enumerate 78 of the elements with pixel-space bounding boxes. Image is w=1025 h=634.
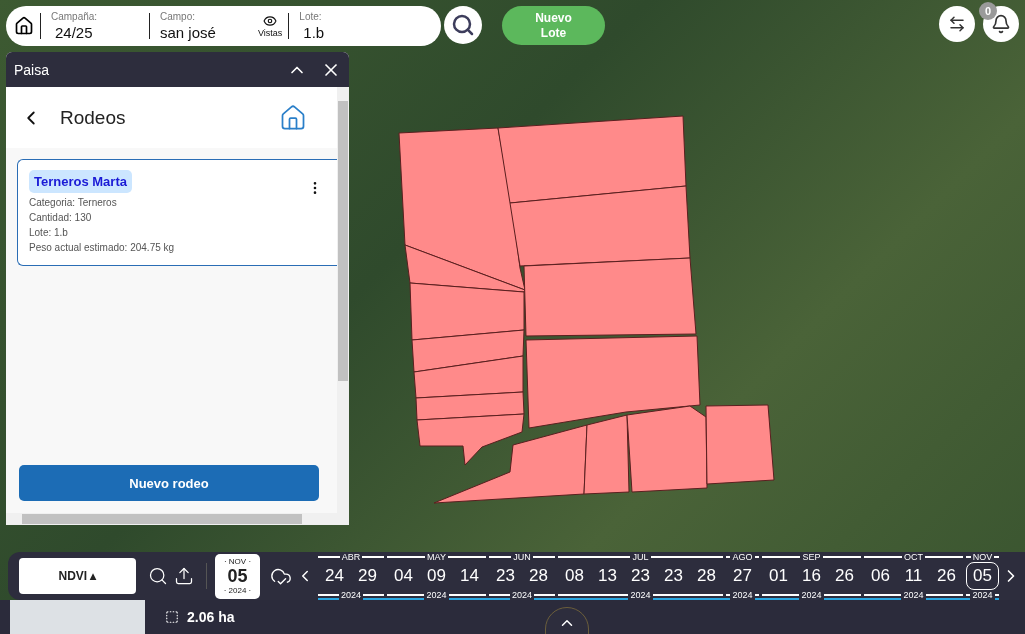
field-parcel[interactable] [509,185,691,267]
month-label: SEP [800,552,823,562]
field-value[interactable]: san josé [160,24,258,41]
month-label: OCT [902,552,925,562]
date-chip[interactable]: 08 [558,562,591,590]
field-label: Lote: [299,11,323,22]
date-chip[interactable]: 26 [930,562,963,590]
eye-icon [263,14,278,28]
field-label: Campo: [160,11,196,22]
year-label: 2024 [901,590,926,600]
upload-icon [174,566,194,586]
field-parcel[interactable] [626,405,708,493]
month-label: ABR [339,552,363,562]
year-label: 2024 [510,590,534,600]
field-parcel[interactable] [404,244,526,293]
date-year: · 2024 · [223,586,252,595]
date-chip[interactable]: 16 [795,562,828,590]
zoom-button[interactable] [148,566,168,586]
date-day: 05 [227,566,248,586]
herd-name: Terneros Marta [29,170,132,193]
herd-card[interactable]: Terneros Marta Categoria: Terneros Cantidad: 130 Lote: 1.b Peso actual estimado: 204.75 kg [17,159,337,266]
herd-detail: Peso actual estimado: 204.75 kg [29,242,176,253]
month-label: JUN [511,552,533,562]
year-label: 2024 [628,590,653,600]
panel-heading: Rodeos [60,106,127,129]
lot-value[interactable]: 1.b [299,24,380,41]
swap-arrows-icon [948,15,966,33]
year-label: 2024 [970,590,995,600]
date-chip[interactable]: 09 [420,562,453,590]
home-icon[interactable] [14,16,34,36]
year-label: 2024 [339,590,363,600]
field-parcel[interactable] [415,391,525,421]
herd-detail: Cantidad: 130 [29,212,93,223]
campaign-value[interactable]: 24/25 [51,24,143,41]
vertical-scrollbar[interactable] [337,87,349,525]
date-chip[interactable]: 23 [624,562,657,590]
new-herd-button[interactable]: Nuevo rodeo [19,465,319,501]
date-chip[interactable]: 26 [828,562,861,590]
month-label: AGO [730,552,755,562]
herd-detail: Categoria: Terneros [29,197,118,208]
date-chip[interactable]: 29 [351,562,384,590]
year-label: 2024 [730,590,755,600]
area-value: 2.06 ha [187,609,235,625]
field-parcel[interactable] [409,282,525,341]
horizontal-scrollbar[interactable] [6,513,337,525]
date-chip[interactable]: 14 [453,562,486,590]
field-label: Campaña: [51,11,99,22]
area-icon [165,610,179,624]
date-chip[interactable]: 01 [762,562,795,590]
date-chip[interactable]: 24 [318,562,351,590]
search-icon [451,13,475,37]
date-chip[interactable]: 27 [726,562,759,590]
field-parcel[interactable] [413,355,524,399]
year-label: 2024 [424,590,449,600]
field-parcel[interactable] [705,404,775,485]
year-label: 2024 [799,590,824,600]
date-chip[interactable]: 23 [489,562,522,590]
date-chip[interactable]: 13 [591,562,624,590]
layer-dropdown[interactable]: NDVI ▴ [19,558,136,594]
month-label: NOV [970,552,995,562]
search-icon [148,566,168,586]
views-button[interactable]: Vistas [258,14,283,38]
date-chip[interactable]: 28 [690,562,723,590]
date-month: · NOV · [223,557,252,566]
herd-detail: Lote: 1.b [29,227,69,238]
date-chip[interactable]: 06 [864,562,897,590]
month-label: JUL [630,552,651,562]
month-label: MAY [425,552,448,562]
date-chip[interactable]: 28 [522,562,555,590]
date-chip[interactable]: 04 [387,562,420,590]
date-chip[interactable]: 23 [657,562,690,590]
upload-button[interactable] [174,566,194,586]
field-parcel[interactable] [416,413,525,466]
bell-icon [991,14,1011,34]
date-chip[interactable]: 11 [897,562,930,590]
panel-title: Paisa [14,61,51,78]
field-parcel[interactable] [497,115,687,204]
field-parcel[interactable] [411,329,525,373]
